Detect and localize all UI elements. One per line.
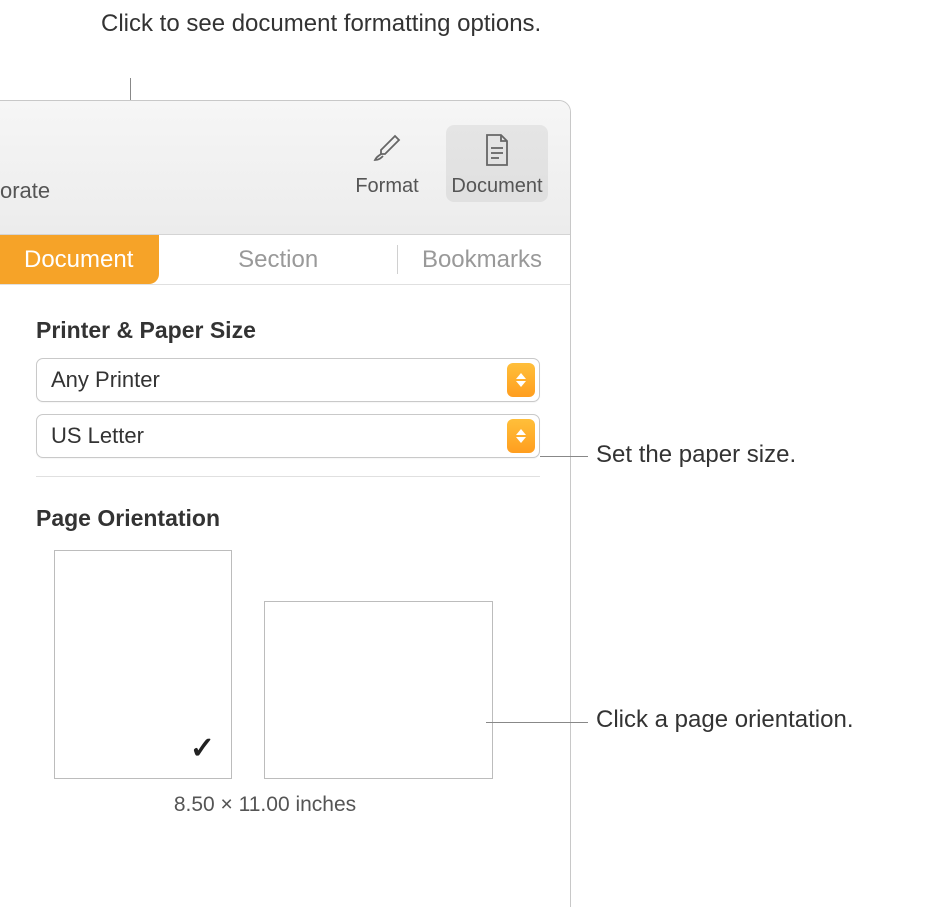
checkmark-icon: ✓ [190, 731, 215, 766]
orientation-options: ✓ [36, 550, 540, 779]
tab-document[interactable]: Document [0, 235, 159, 284]
toolbar: orate Format [0, 101, 570, 235]
document-icon [482, 129, 512, 171]
orientation-landscape[interactable] [264, 601, 493, 779]
callout-line [486, 722, 588, 723]
callout-line [540, 456, 588, 457]
format-button[interactable]: Format [336, 125, 438, 202]
page-orientation-label: Page Orientation [36, 505, 540, 532]
document-button[interactable]: Document [446, 125, 548, 202]
paintbrush-icon [369, 129, 405, 171]
dropdown-stepper-icon [507, 419, 535, 453]
printer-value: Any Printer [51, 367, 507, 393]
callout-paper-size: Set the paper size. [596, 441, 796, 469]
printer-dropdown[interactable]: Any Printer [36, 358, 540, 402]
paper-size-dropdown[interactable]: US Letter [36, 414, 540, 458]
tab-section[interactable]: Section [159, 235, 397, 284]
subtabs: Document Section Bookmarks [0, 235, 570, 285]
orientation-portrait[interactable]: ✓ [54, 550, 232, 779]
toolbar-truncated-label: orate [0, 178, 50, 204]
toolbar-right-group: Format Document [336, 125, 548, 202]
document-panel: Printer & Paper Size Any Printer US Lett… [0, 285, 570, 817]
inspector-window: orate Format [0, 100, 571, 907]
page-dimensions: 8.50 × 11.00 inches [36, 793, 476, 817]
printer-paper-size-label: Printer & Paper Size [36, 317, 540, 344]
dropdown-stepper-icon [507, 363, 535, 397]
format-label: Format [355, 175, 418, 198]
divider [36, 476, 540, 477]
document-label: Document [451, 175, 542, 198]
callout-document-tab: Click to see document formatting options… [101, 8, 541, 40]
paper-size-value: US Letter [51, 423, 507, 449]
callout-orientation: Click a page orientation. [596, 706, 853, 734]
tab-bookmarks[interactable]: Bookmarks [397, 245, 570, 274]
